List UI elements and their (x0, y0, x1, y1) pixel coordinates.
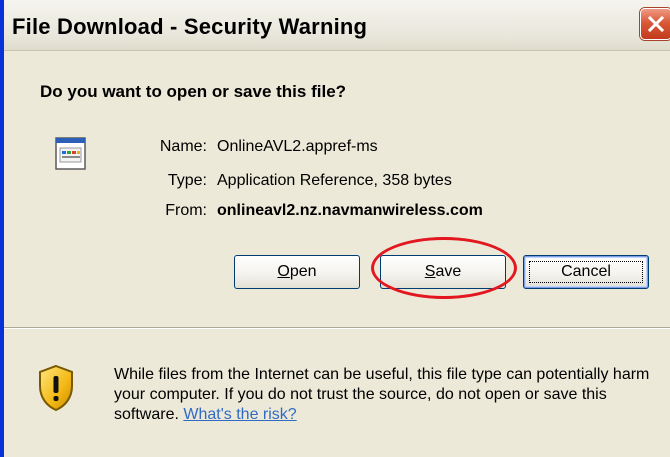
cancel-button-label: Cancel (561, 263, 611, 280)
security-warning-text: While files from the Internet can be use… (114, 365, 666, 425)
divider-highlight (4, 328, 670, 329)
dialog-window: File Download - Security Warning Do you … (0, 0, 670, 457)
file-name-label: Name: (159, 138, 207, 155)
file-from-row: From: onlineavl2.nz.navmanwireless.com (4, 202, 670, 222)
whats-the-risk-link[interactable]: What's the risk? (183, 406, 296, 423)
close-icon (647, 15, 665, 33)
open-button[interactable]: Open (234, 255, 360, 289)
title-bar[interactable]: File Download - Security Warning (4, 0, 670, 51)
cancel-button[interactable]: Cancel (523, 255, 649, 289)
window-title: File Download - Security Warning (12, 14, 368, 39)
file-type-value: Application Reference, 358 bytes (217, 172, 452, 189)
close-button[interactable] (640, 8, 670, 40)
file-from-value: onlineavl2.nz.navmanwireless.com (217, 202, 483, 219)
file-type-label: Type: (167, 172, 207, 189)
shield-warning-icon (39, 364, 73, 412)
file-type-row: Type: Application Reference, 358 bytes (4, 172, 670, 192)
file-name-value: OnlineAVL2.appref-ms (217, 138, 378, 155)
save-button[interactable]: Save (380, 255, 506, 289)
file-name-row: Name: OnlineAVL2.appref-ms (4, 138, 670, 158)
prompt-question: Do you want to open or save this file? (40, 82, 347, 101)
file-from-label: From: (165, 202, 207, 219)
